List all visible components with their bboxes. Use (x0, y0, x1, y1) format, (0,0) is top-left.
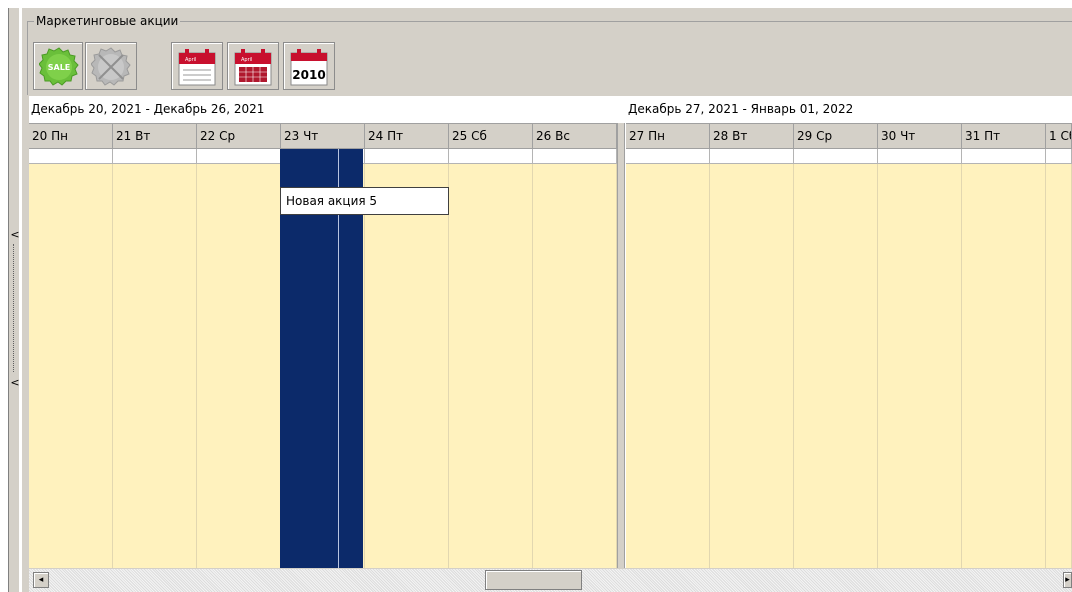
day-column[interactable] (113, 164, 197, 568)
promo-event-label[interactable]: Новая акция 5 (280, 187, 449, 215)
day-column[interactable] (29, 164, 113, 568)
day-allday-cell[interactable] (1046, 149, 1072, 164)
april-label: April (241, 57, 252, 63)
collapse-arrow-icon[interactable]: < (10, 376, 20, 390)
day-header[interactable]: 24 Пт (365, 123, 449, 149)
day-allday-cell[interactable] (626, 149, 710, 164)
sale-button[interactable]: SALE (33, 42, 83, 90)
crossed-badge-icon (91, 47, 131, 86)
day-header[interactable]: 31 Пт (962, 123, 1046, 149)
scroll-left-button[interactable]: ◂ (33, 572, 49, 588)
calendar-year-button[interactable]: 2010 (283, 42, 335, 90)
calendar-month-button[interactable]: April (227, 42, 279, 90)
collapse-arrow-icon[interactable]: < (10, 228, 20, 242)
splitter-grip[interactable] (13, 244, 16, 372)
day-allday-cell[interactable] (878, 149, 962, 164)
day-header[interactable]: 26 Вс (533, 123, 617, 149)
day-allday-cell[interactable] (113, 149, 197, 164)
day-column[interactable] (533, 164, 617, 568)
sale-icon: SALE (39, 47, 79, 86)
day-column[interactable] (365, 164, 449, 568)
day-allday-cell[interactable] (962, 149, 1046, 164)
day-header[interactable]: 28 Вт (710, 123, 794, 149)
day-header[interactable]: 1 Сб (1046, 123, 1072, 149)
week-title: Декабрь 27, 2021 - Январь 01, 2022 (628, 102, 854, 116)
day-header[interactable]: 27 Пн (626, 123, 710, 149)
day-column[interactable] (710, 164, 794, 568)
day-column[interactable] (794, 164, 878, 568)
day-allday-cell[interactable] (794, 149, 878, 164)
day-column[interactable] (197, 164, 281, 568)
week-title: Декабрь 20, 2021 - Декабрь 26, 2021 (31, 102, 265, 116)
day-column[interactable] (449, 164, 533, 568)
day-allday-cell[interactable] (29, 149, 113, 164)
day-column[interactable] (962, 164, 1046, 568)
day-header[interactable]: 23 Чт (281, 123, 365, 149)
week-separator (617, 123, 625, 568)
day-allday-cell[interactable] (449, 149, 533, 164)
day-allday-cell[interactable] (197, 149, 281, 164)
day-header[interactable]: 20 Пн (29, 123, 113, 149)
day-header[interactable]: 22 Ср (197, 123, 281, 149)
calendar-week-icon: April (178, 49, 216, 86)
april-label: April (185, 57, 196, 63)
cancel-sale-button[interactable] (85, 42, 137, 90)
calendar-month-icon: April (234, 49, 272, 86)
day-allday-cell[interactable] (533, 149, 617, 164)
scroll-thumb[interactable] (485, 570, 582, 590)
year-label: 2010 (292, 68, 325, 82)
day-header[interactable]: 29 Ср (794, 123, 878, 149)
scroll-right-button[interactable]: ▸ (1063, 572, 1072, 588)
day-header[interactable]: 30 Чт (878, 123, 962, 149)
calendar-week-button[interactable]: April (171, 42, 223, 90)
day-header[interactable]: 25 Сб (449, 123, 533, 149)
day-column[interactable] (1046, 164, 1072, 568)
sale-badge-text: SALE (48, 63, 71, 72)
calendar-year-icon: 2010 (290, 49, 328, 86)
day-column[interactable] (626, 164, 710, 568)
day-allday-cell[interactable] (710, 149, 794, 164)
day-header[interactable]: 21 Вт (113, 123, 197, 149)
day-column[interactable] (878, 164, 962, 568)
group-title: Маркетинговые акции (34, 13, 181, 29)
day-allday-cell[interactable] (365, 149, 449, 164)
